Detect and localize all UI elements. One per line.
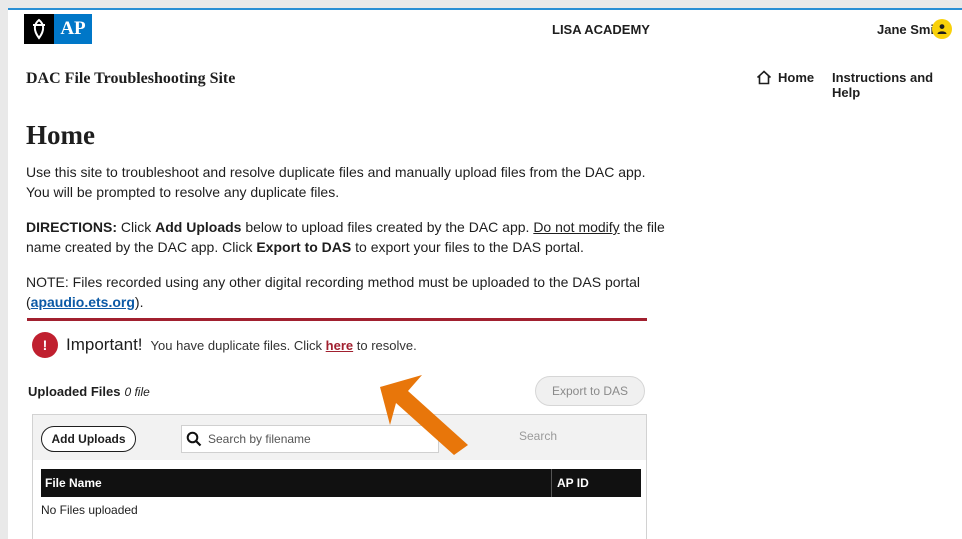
ap-logo-text: AP [54,14,92,44]
user-avatar-icon[interactable] [932,19,952,39]
search-button[interactable]: Search [519,429,557,443]
resolve-here-link[interactable]: here [326,338,353,353]
home-icon [756,70,772,85]
app-window: AP LISA ACADEMY Jane Smith DAC File Trou… [8,8,962,539]
uploads-toolbar: Add Uploads Search [33,415,646,460]
section-divider [27,318,647,321]
top-bar: AP LISA ACADEMY Jane Smith [8,10,962,50]
export-ref: Export to DAS [256,239,352,255]
directions-text: DIRECTIONS: Click Add Uploads below to u… [26,217,666,257]
export-to-das-button[interactable]: Export to DAS [535,376,645,406]
empty-table-message: No Files uploaded [41,503,138,517]
column-divider [551,469,552,497]
alert-message: You have duplicate files. Click here to … [151,338,417,353]
directions-part: to export your files to the DAS portal. [351,239,584,255]
uploaded-files-title: Uploaded Files 0 file [28,384,150,399]
alert-icon: ! [32,332,58,358]
directions-part: below to upload files created by the DAC… [241,219,534,235]
table-header: File Name AP ID [41,469,641,497]
page-title: Home [26,120,95,150]
directions-label: DIRECTIONS: [26,219,117,235]
alert-text-part: to resolve. [353,337,417,353]
sub-header: DAC File Troubleshooting Site Home Instr… [8,50,962,100]
apaudio-link[interactable]: apaudio.ets.org [31,294,135,310]
intro-text: Use this site to troubleshoot and resolv… [26,164,646,200]
alert-heading: Important! [66,335,143,354]
search-icon [186,431,202,447]
directions-part: Click [117,219,156,235]
note-text: NOTE: Files recorded using any other dig… [26,272,666,312]
add-uploads-button[interactable]: Add Uploads [41,426,136,452]
duplicate-alert: ! Important! You have duplicate files. C… [32,332,417,358]
site-title: DAC File Troubleshooting Site [26,70,236,87]
acorn-icon [24,14,54,44]
column-header-file-name[interactable]: File Name [45,476,102,490]
file-count: 0 file [124,385,150,399]
note-part: ). [134,294,144,310]
ap-logo[interactable]: AP [24,14,92,44]
do-not-modify-text: Do not modify [533,219,620,235]
pointer-arrow-icon [380,375,468,455]
uploaded-files-label: Uploaded Files [28,384,121,399]
nav-instructions-link[interactable]: Instructions and Help [832,70,962,100]
nav-home-label: Home [778,70,815,85]
add-uploads-ref: Add Uploads [155,219,242,235]
alert-text-part: You have duplicate files. Click [150,337,326,353]
org-name: LISA ACADEMY [552,22,650,37]
column-header-ap-id[interactable]: AP ID [557,476,589,490]
nav-home-link[interactable]: Home [756,70,814,85]
uploads-panel: Add Uploads Search File Name AP ID No Fi… [32,414,647,539]
